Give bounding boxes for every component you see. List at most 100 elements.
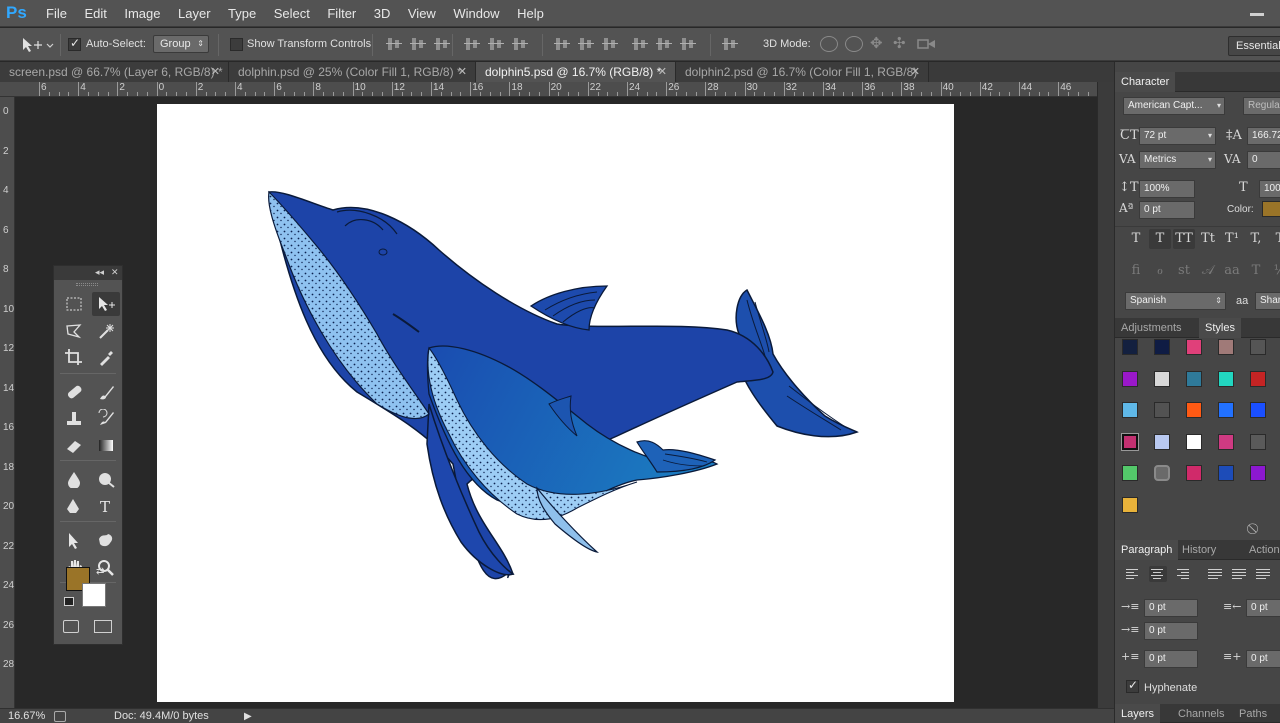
tab-screen-psd[interactable]: screen.psd @ 66.7% (Layer 6, RGB/8) * ✕ — [0, 62, 229, 82]
tab-character[interactable]: Character — [1115, 72, 1176, 92]
rect-marquee-tool[interactable] — [60, 292, 88, 316]
style-swatch[interactable] — [1122, 370, 1138, 387]
distribute-hcenter-icon[interactable] — [656, 37, 672, 51]
auto-select-checkbox[interactable] — [68, 36, 81, 51]
close-icon[interactable]: ✕ — [658, 62, 667, 82]
lasso-tool[interactable] — [60, 319, 88, 343]
style-swatch[interactable] — [1250, 339, 1266, 355]
menu-window[interactable]: Window — [453, 0, 499, 27]
tab-paragraph[interactable]: Paragraph — [1115, 540, 1179, 560]
style-swatch[interactable] — [1122, 339, 1138, 355]
style-swatch[interactable] — [1154, 433, 1170, 450]
eraser-tool[interactable] — [60, 433, 88, 457]
style-swatch[interactable] — [1250, 433, 1266, 450]
minimize-icon[interactable] — [1250, 4, 1264, 16]
menu-help[interactable]: Help — [517, 0, 544, 27]
move-tool-preset-icon[interactable] — [20, 36, 54, 54]
align-top-icon[interactable] — [386, 37, 402, 51]
tab-styles[interactable]: Styles — [1199, 318, 1241, 338]
antialias-dropdown[interactable]: Sharp — [1255, 292, 1280, 310]
play-arrow-icon[interactable]: ▶ — [244, 711, 252, 722]
style-swatch[interactable] — [1250, 370, 1266, 387]
menu-edit[interactable]: Edit — [84, 0, 106, 27]
style-swatch[interactable] — [1186, 433, 1202, 450]
close-icon[interactable]: ✕ — [911, 62, 920, 82]
tab-paths[interactable]: Paths — [1233, 704, 1273, 723]
tracking-field[interactable]: 0 — [1247, 151, 1280, 169]
tab-dolphin-psd[interactable]: dolphin.psd @ 25% (Color Fill 1, RGB/8) … — [229, 62, 476, 82]
tab-layers[interactable]: Layers — [1115, 704, 1161, 723]
style-swatch[interactable] — [1154, 465, 1170, 481]
menu-3d[interactable]: 3D — [374, 0, 391, 27]
space-after-field[interactable]: 0 pt — [1246, 650, 1280, 668]
style-swatch[interactable] — [1122, 465, 1138, 481]
distribute-vcenter-icon[interactable] — [578, 37, 594, 51]
style-swatch[interactable] — [1250, 465, 1266, 481]
close-icon[interactable]: ✕ — [211, 62, 220, 82]
style-swatch[interactable] — [1218, 465, 1234, 481]
tools-panel-header[interactable]: ◂◂ ✕ — [54, 266, 122, 280]
small-caps-icon[interactable]: Tt — [1197, 229, 1219, 249]
swash-icon[interactable]: 𝒜 — [1197, 261, 1219, 281]
collapse-icon[interactable]: ◂◂ — [95, 267, 104, 278]
menu-filter[interactable]: Filter — [327, 0, 356, 27]
style-swatch[interactable] — [1218, 339, 1234, 355]
workspace-switcher[interactable]: Essentials — [1228, 36, 1280, 56]
dodge-tool[interactable] — [92, 467, 120, 491]
style-swatch[interactable] — [1218, 433, 1234, 450]
tab-dolphin2-psd[interactable]: dolphin2.psd @ 16.7% (Color Fill 1, RGB/… — [676, 62, 929, 82]
style-swatch[interactable] — [1122, 496, 1138, 513]
center-text-icon[interactable] — [1149, 566, 1167, 582]
titling-icon[interactable]: aa — [1221, 261, 1243, 281]
align-left-text-icon[interactable] — [1125, 566, 1143, 582]
indent-first-line-field[interactable]: 0 pt — [1144, 622, 1198, 640]
3d-pan-icon[interactable]: ✥ — [870, 36, 886, 52]
screen-mode-icon[interactable] — [94, 620, 112, 633]
style-swatch[interactable] — [1186, 339, 1202, 355]
indent-right-field[interactable]: 0 pt — [1246, 599, 1280, 617]
align-left-icon[interactable] — [464, 37, 480, 51]
style-swatch[interactable] — [1154, 402, 1170, 418]
menu-type[interactable]: Type — [228, 0, 256, 27]
justify-last-right-icon[interactable] — [1255, 566, 1273, 582]
superscript-icon[interactable]: T¹ — [1221, 229, 1243, 249]
3d-roll-icon[interactable] — [845, 36, 863, 52]
font-size-field[interactable]: 72 pt ▾ — [1139, 127, 1216, 145]
brush-tool[interactable] — [92, 380, 120, 404]
quick-mask-icon[interactable] — [63, 620, 79, 633]
style-swatch[interactable] — [1186, 370, 1202, 387]
show-transform-checkbox[interactable] — [230, 38, 243, 51]
history-brush-tool[interactable] — [92, 406, 120, 430]
eyedropper-tool[interactable] — [92, 345, 120, 369]
distribute-left-icon[interactable] — [632, 37, 648, 51]
subscript-icon[interactable]: T, — [1245, 229, 1267, 249]
style-swatch[interactable] — [1122, 402, 1138, 418]
faux-italic-icon[interactable]: T — [1149, 229, 1171, 249]
clone-stamp-tool[interactable] — [60, 406, 88, 430]
default-colors-icon[interactable] — [64, 597, 74, 606]
style-swatch[interactable] — [1154, 370, 1170, 387]
3d-slide-icon[interactable]: ✣ — [893, 36, 909, 52]
style-swatch[interactable] — [1186, 465, 1202, 481]
tab-adjustments[interactable]: Adjustments — [1115, 318, 1188, 338]
style-swatch[interactable] — [1121, 432, 1139, 451]
style-swatch[interactable] — [1186, 402, 1202, 418]
menu-file[interactable]: File — [46, 0, 67, 27]
menu-select[interactable]: Select — [274, 0, 310, 27]
tab-channels[interactable]: Channels — [1172, 704, 1230, 723]
menu-layer[interactable]: Layer — [178, 0, 211, 27]
auto-align-icon[interactable] — [722, 37, 738, 51]
auto-select-mode-dropdown[interactable]: Group ⇕ — [153, 35, 209, 53]
blur-tool[interactable] — [60, 467, 88, 491]
pen-tool[interactable] — [60, 494, 88, 518]
fractions-icon[interactable]: ½ — [1269, 261, 1280, 281]
underline-icon[interactable]: T — [1269, 229, 1280, 249]
justify-last-left-icon[interactable] — [1207, 566, 1225, 582]
close-icon[interactable]: ✕ — [111, 267, 119, 278]
path-select-tool[interactable] — [60, 528, 88, 552]
gradient-tool[interactable] — [92, 433, 120, 457]
oldstyle-icon[interactable]: ℴ — [1149, 261, 1171, 281]
space-before-field[interactable]: 0 pt — [1144, 650, 1198, 668]
tab-history[interactable]: History — [1176, 540, 1222, 560]
ligature-icon[interactable]: fi — [1125, 261, 1147, 281]
